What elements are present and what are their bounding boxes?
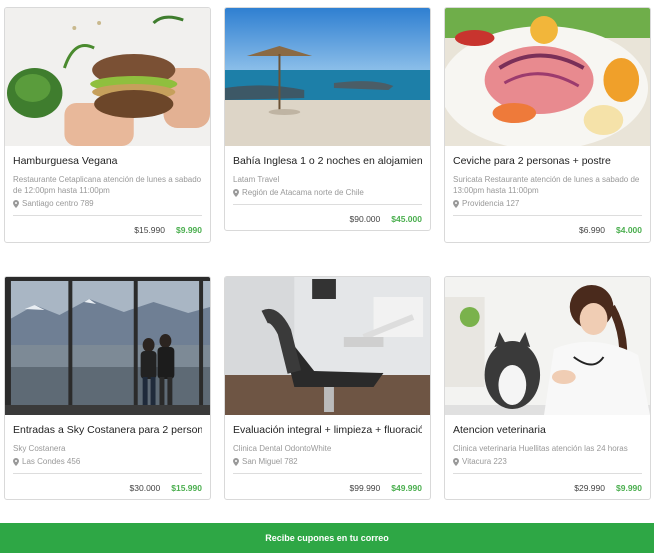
location-pin-icon [233,457,239,466]
deal-image[interactable] [445,277,650,415]
deal-title[interactable]: Entradas a Sky Costanera para 2 personas [13,424,202,437]
deal-title[interactable]: Bahía Inglesa 1 o 2 noches en alojamient… [233,155,422,168]
deal-prices: $15.990 $9.990 [134,225,202,235]
deal-location: Las Condes 456 [13,456,202,467]
deal-card[interactable]: Ceviche para 2 personas + postre Suricat… [444,7,651,243]
deal-card[interactable]: Bahía Inglesa 1 o 2 noches en alojamient… [224,7,431,231]
deal-location-text: Las Condes 456 [22,457,81,466]
deal-description: Clinica veterinaria Huellitas atención l… [453,444,628,453]
discount-price: $4.000 [616,225,642,235]
original-price: $6.990 [579,225,605,235]
deal-location: Región de Atacama norte de Chile [233,187,422,198]
deal-location-text: Región de Atacama norte de Chile [242,188,364,197]
deal-image[interactable] [5,277,210,415]
deal-prices: $6.990 $4.000 [579,225,642,235]
deal-description: Restaurante Cetaplicana atención de lune… [13,175,202,195]
deal-image[interactable] [225,8,430,146]
location-pin-icon [13,199,19,208]
original-price: $15.990 [134,225,165,235]
discount-price: $15.990 [171,483,202,493]
deal-card[interactable]: Atencion veterinaria Clinica veterinaria… [444,276,651,500]
deal-location-text: Vitacura 223 [462,457,507,466]
deal-description: Latam Travel [233,175,280,184]
location-pin-icon [13,457,19,466]
deal-card[interactable]: Hamburguesa Vegana Restaurante Cetaplica… [4,7,211,243]
location-pin-icon [453,199,459,208]
location-pin-icon [453,457,459,466]
original-price: $99.990 [349,483,381,493]
deal-location-text: Santiago centro 789 [22,199,94,208]
deal-prices: $99.990 $49.990 [350,483,422,493]
discount-price: $49.990 [391,483,422,493]
discount-price: $9.990 [616,483,642,493]
divider [453,215,642,216]
deal-location-text: Providencia 127 [462,199,520,208]
deal-location: Providencia 127 [453,198,642,209]
deal-image[interactable] [5,8,210,146]
deal-description: Suricata Restaurante atención de lunes a… [453,175,640,195]
divider [453,473,642,474]
original-price: $29.990 [574,483,605,493]
deal-title[interactable]: Atencion veterinaria [453,424,642,437]
deal-prices: $90.000 $45.000 [350,214,422,224]
deal-card[interactable]: Evaluación integral + limpieza + fluorac… [224,276,431,500]
deal-location: Vitacura 223 [453,456,642,467]
divider [13,473,202,474]
subscribe-coupons-button[interactable]: Recibe cupones en tu correo [0,523,654,553]
deal-card[interactable]: Entradas a Sky Costanera para 2 personas… [4,276,211,500]
divider [233,473,422,474]
divider [233,204,422,205]
deal-location-text: San Miguel 782 [242,457,298,466]
original-price: $90.000 [349,214,381,224]
deal-title[interactable]: Ceviche para 2 personas + postre [453,155,642,168]
deal-image[interactable] [225,277,430,415]
deal-location: Santiago centro 789 [13,198,202,209]
deal-location: San Miguel 782 [233,456,422,467]
discount-price: $45.000 [391,214,422,224]
original-price: $30.000 [129,483,161,493]
discount-price: $9.990 [176,225,202,235]
location-pin-icon [233,188,239,197]
deal-image[interactable] [445,8,650,146]
deal-description: Clinica Dental OdontoWhite [233,444,332,453]
deal-title[interactable]: Evaluación integral + limpieza + fluorac… [233,424,422,437]
deal-description: Sky Costanera [13,444,66,453]
divider [13,215,202,216]
deal-title[interactable]: Hamburguesa Vegana [13,155,202,168]
deal-prices: $29.990 $9.990 [574,483,642,493]
deal-prices: $30.000 $15.990 [130,483,202,493]
